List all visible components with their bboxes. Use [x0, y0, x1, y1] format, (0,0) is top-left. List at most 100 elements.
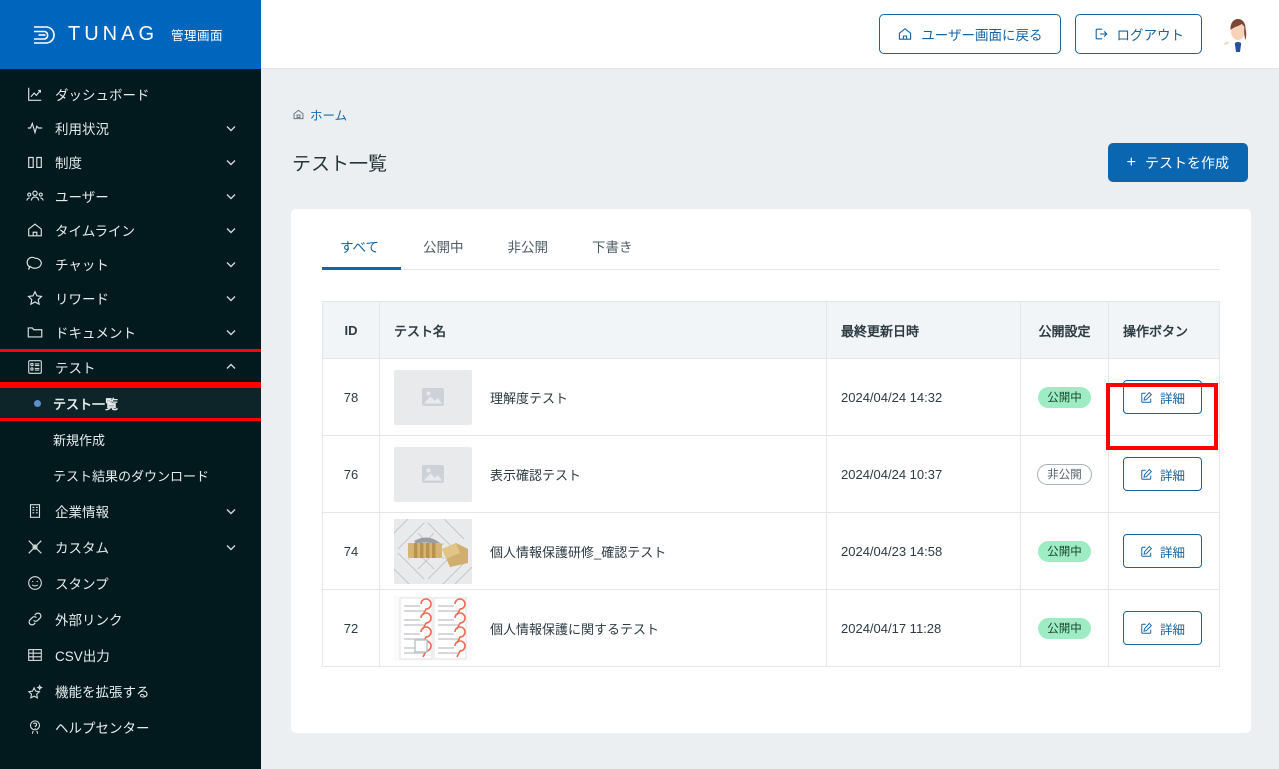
sidebar-item-test-new[interactable]: 新規作成	[0, 421, 261, 457]
sidebar-item-stamp[interactable]: スタンプ	[0, 565, 261, 601]
sidebar-item-label: ヘルプセンター	[55, 721, 150, 736]
test-list-icon	[28, 360, 42, 374]
admin-screen: TUNAG 管理画面 ダッシュボード 利用状況 制度 ユーザー タイムライン チ…	[0, 0, 1279, 769]
back-to-user-screen-button[interactable]: ユーザー画面に戻る	[879, 14, 1061, 54]
tab-all[interactable]: すべて	[322, 236, 402, 270]
image-placeholder-icon	[422, 388, 444, 406]
table-row[interactable]: 78 理解度テスト 2024/04/24 14:32 公開中 詳細	[322, 358, 1220, 436]
cell-name: 表示確認テスト	[379, 435, 827, 513]
building-icon	[29, 504, 41, 518]
tab-published[interactable]: 公開中	[401, 236, 486, 269]
table-row[interactable]: 74 個人情報保護研修_確認テスト 2024/04/23 14:58 公開中 詳…	[322, 512, 1220, 590]
sidebar-item-test-list[interactable]: テスト一覧	[0, 385, 261, 421]
sidebar: TUNAG 管理画面 ダッシュボード 利用状況 制度 ユーザー タイムライン チ…	[0, 0, 261, 769]
create-test-label: テストを作成	[1145, 154, 1229, 171]
sidebar-item-users[interactable]: ユーザー	[0, 179, 261, 213]
checked-document-photo	[394, 595, 472, 661]
brand-subtitle: 管理画面	[171, 29, 224, 43]
sidebar-item-label: リワード	[55, 292, 109, 307]
table-icon	[28, 649, 42, 661]
status-badge: 公開中	[1038, 540, 1091, 562]
sidebar-item-dashboard[interactable]: ダッシュボード	[0, 77, 261, 111]
sidebar-item-test-download[interactable]: テスト結果のダウンロード	[0, 457, 261, 493]
smiley-icon	[28, 576, 42, 590]
tab-draft[interactable]: 下書き	[570, 236, 655, 269]
sidebar-item-label: チャット	[55, 258, 109, 273]
cell-action: 詳細	[1108, 512, 1220, 590]
page-header: テスト一覧 + テストを作成	[261, 124, 1279, 182]
detail-button[interactable]: 詳細	[1123, 457, 1202, 491]
detail-button-label: 詳細	[1159, 468, 1185, 483]
sidebar-item-extend-features[interactable]: 機能を拡張する	[0, 673, 261, 709]
edit-square-icon	[1141, 468, 1153, 480]
tab-unpublished[interactable]: 非公開	[486, 236, 571, 269]
edit-square-icon	[1141, 391, 1153, 403]
column-header-updated: 最終更新日時	[826, 301, 1021, 359]
table-head: ID テスト名 最終更新日時 公開設定 操作ボタン	[322, 301, 1220, 359]
sidebar-item-reward[interactable]: リワード	[0, 281, 261, 315]
test-list-card: すべて 公開中 非公開 下書き ID テスト名 最終更新日時 公開設定 操作ボタ…	[291, 209, 1251, 733]
cell-status: 非公開	[1020, 435, 1109, 513]
sidebar-item-custom[interactable]: カスタム	[0, 529, 261, 565]
brand-logo-area[interactable]: TUNAG 管理画面	[0, 0, 261, 69]
sidebar-item-label: テスト一覧	[53, 396, 119, 412]
thumbnail-placeholder	[394, 369, 472, 425]
sidebar-item-timeline[interactable]: タイムライン	[0, 213, 261, 247]
chevron-down-icon	[226, 262, 236, 268]
table-row[interactable]: 72 個人情報保護に関するテスト 2024/04/17 11:28 公開中 詳細	[322, 589, 1220, 667]
detail-button[interactable]: 詳細	[1123, 611, 1202, 645]
avatar[interactable]	[1216, 12, 1260, 56]
cell-status: 公開中	[1020, 589, 1109, 667]
page-title: テスト一覧	[292, 154, 388, 175]
test-name-label: 理解度テスト	[490, 390, 569, 406]
edit-square-icon	[1141, 622, 1153, 634]
sidebar-item-csv-export[interactable]: CSV出力	[0, 637, 261, 673]
sidebar-item-help-center[interactable]: ヘルプセンター	[0, 709, 261, 745]
create-test-button[interactable]: + テストを作成	[1107, 143, 1248, 182]
cell-action: 詳細	[1108, 358, 1220, 436]
detail-button[interactable]: 詳細	[1123, 380, 1202, 414]
cell-name: 個人情報保護に関するテスト	[379, 589, 827, 667]
sidebar-item-document[interactable]: ドキュメント	[0, 315, 261, 349]
breadcrumb-item-home[interactable]: ホーム	[310, 105, 347, 124]
chevron-down-icon	[226, 545, 236, 551]
table-header-row: ID テスト名 最終更新日時 公開設定 操作ボタン	[322, 301, 1220, 359]
cell-status: 公開中	[1020, 358, 1109, 436]
home-outline-icon	[28, 223, 42, 237]
filter-tabs: すべて 公開中 非公開 下書き	[322, 209, 1220, 270]
sidebar-item-label: 新規作成	[53, 432, 106, 448]
cell-name: 理解度テスト	[379, 358, 827, 436]
sidebar-item-label: 機能を拡張する	[55, 685, 150, 700]
cell-updated-at: 2024/04/17 11:28	[826, 589, 1021, 667]
cell-updated-at: 2024/04/23 14:58	[826, 512, 1021, 590]
sidebar-item-chat[interactable]: チャット	[0, 247, 261, 281]
home-icon	[899, 28, 912, 40]
cell-id: 72	[322, 589, 380, 667]
link-icon	[28, 612, 42, 626]
sidebar-item-label: テスト結果のダウンロード	[53, 468, 210, 484]
sidebar-item-label: スタンプ	[55, 577, 109, 592]
star-icon	[27, 290, 43, 306]
sidebar-item-company[interactable]: 企業情報	[0, 493, 261, 529]
top-header: ユーザー画面に戻る ログアウト	[261, 0, 1279, 69]
logout-button[interactable]: ログアウト	[1074, 14, 1202, 54]
thumbnail-image	[394, 595, 472, 661]
table-row[interactable]: 76 表示確認テスト 2024/04/24 10:37 非公開 詳細	[322, 435, 1220, 513]
detail-button[interactable]: 詳細	[1123, 534, 1202, 568]
sidebar-item-label: 企業情報	[55, 505, 109, 520]
chevron-down-icon	[226, 228, 236, 234]
sidebar-item-external-link[interactable]: 外部リンク	[0, 601, 261, 637]
cell-updated-at: 2024/04/24 14:32	[826, 358, 1021, 436]
chevron-down-icon	[226, 126, 236, 132]
edit-square-icon	[1141, 545, 1153, 557]
cell-updated-at: 2024/04/24 10:37	[826, 435, 1021, 513]
sidebar-item-usage[interactable]: 利用状況	[0, 111, 261, 145]
cell-action: 詳細	[1108, 435, 1220, 513]
logout-icon	[1095, 28, 1108, 40]
test-name-label: 表示確認テスト	[490, 467, 582, 483]
cell-status: 公開中	[1020, 512, 1109, 590]
sidebar-item-test[interactable]: テスト	[0, 349, 261, 385]
chat-bubble-icon	[26, 256, 42, 270]
sidebar-item-system[interactable]: 制度	[0, 145, 261, 179]
chevron-down-icon	[226, 330, 236, 336]
